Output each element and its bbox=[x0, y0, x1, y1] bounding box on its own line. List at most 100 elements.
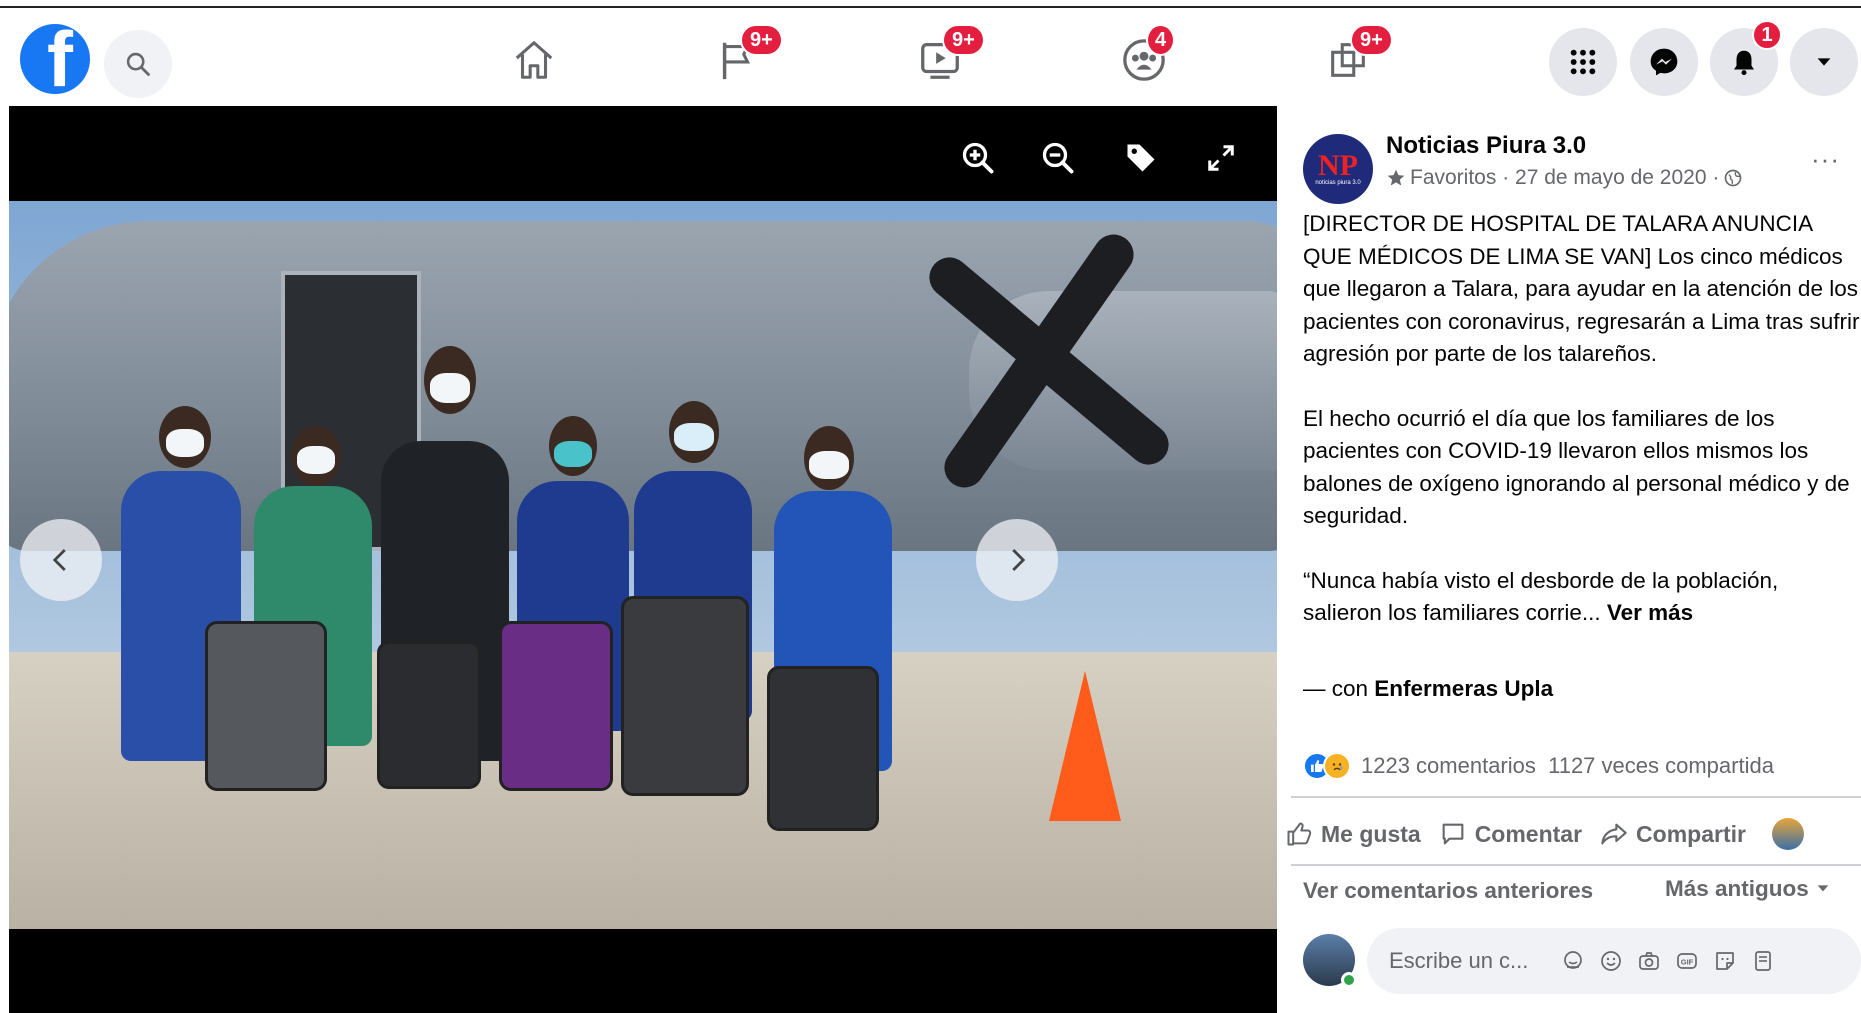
divider bbox=[1291, 864, 1861, 866]
avatar-sticker-icon[interactable] bbox=[1560, 948, 1586, 974]
notifications-badge: 1 bbox=[1752, 20, 1782, 50]
star-icon bbox=[1387, 169, 1405, 186]
pages-badge: 9+ bbox=[740, 24, 783, 56]
messenger-button[interactable] bbox=[1630, 28, 1698, 96]
post-paragraph-truncated: “Nunca había visto el desborde de la pob… bbox=[1303, 565, 1861, 630]
tag-button[interactable] bbox=[1119, 136, 1163, 180]
home-icon bbox=[515, 41, 553, 79]
menu-button[interactable] bbox=[1549, 28, 1617, 96]
photo-face-mask bbox=[166, 429, 204, 457]
messenger-icon bbox=[1650, 48, 1678, 76]
post-actions: Me gusta Comentar Compartir bbox=[1285, 806, 1804, 862]
photo-face-mask bbox=[674, 423, 714, 451]
photo-traffic-cone bbox=[1049, 671, 1121, 821]
share-icon bbox=[1601, 823, 1627, 845]
tagged-with: — con Enfermeras Upla bbox=[1303, 676, 1553, 702]
emoji-icon[interactable] bbox=[1598, 948, 1624, 974]
fullscreen-button[interactable] bbox=[1199, 136, 1243, 180]
caret-down-icon bbox=[1817, 885, 1829, 892]
caret-down-icon bbox=[1817, 58, 1831, 66]
thumbs-up-icon bbox=[1287, 822, 1312, 846]
previous-photo-button[interactable] bbox=[20, 519, 102, 601]
svg-text:GIF: GIF bbox=[1681, 958, 1694, 967]
page-avatar-subtext: noticias piura 3.0 bbox=[1315, 180, 1361, 186]
photo-suitcase bbox=[205, 621, 327, 791]
photo-face-mask bbox=[809, 451, 849, 479]
notifications-button[interactable]: 1 bbox=[1710, 20, 1782, 96]
more-options-button[interactable]: ··· bbox=[1811, 144, 1840, 175]
tagged-page-link[interactable]: Enfermeras Upla bbox=[1374, 676, 1553, 701]
comment-button[interactable]: Comentar bbox=[1439, 820, 1582, 848]
comment-label: Comentar bbox=[1474, 820, 1583, 847]
tag-icon bbox=[1127, 144, 1155, 172]
account-button[interactable] bbox=[1790, 28, 1858, 96]
groups-badge: 4 bbox=[1146, 24, 1176, 56]
sticker-icon[interactable] bbox=[1712, 948, 1738, 974]
online-status-dot bbox=[1341, 972, 1357, 988]
search-icon bbox=[126, 52, 150, 76]
fullscreen-icon bbox=[1208, 145, 1234, 171]
gif-icon[interactable]: GIF bbox=[1674, 948, 1700, 974]
post-meta: Favoritos · 27 de mayo de 2020 · bbox=[1386, 166, 1743, 190]
post-details-panel: NP noticias piura 3.0 Noticias Piura 3.0… bbox=[1277, 106, 1861, 1013]
nav-watch[interactable]: 9+ bbox=[908, 24, 985, 92]
profile-switch-avatar[interactable] bbox=[1771, 818, 1804, 850]
zoom-out-icon bbox=[1042, 142, 1074, 174]
comment-input[interactable]: Escribe un c... GIF bbox=[1367, 928, 1861, 994]
grid-menu-icon bbox=[1570, 49, 1596, 75]
photo-face-mask bbox=[297, 446, 335, 474]
photo-viewer bbox=[9, 106, 1277, 1013]
nav-gaming[interactable]: 9+ bbox=[1316, 24, 1393, 92]
facebook-logo-letter: f bbox=[47, 24, 73, 94]
divider bbox=[1291, 796, 1861, 798]
gaming-badge: 9+ bbox=[1350, 24, 1393, 56]
photo-suitcase bbox=[499, 621, 613, 791]
chevron-left-icon bbox=[52, 549, 66, 571]
nav-groups[interactable]: 4 bbox=[1112, 24, 1176, 92]
photo-suitcase bbox=[377, 641, 481, 789]
post-photo bbox=[9, 201, 1277, 929]
page-avatar-logo: NP bbox=[1318, 149, 1358, 182]
chevron-right-icon bbox=[1012, 549, 1026, 571]
watch-badge: 9+ bbox=[942, 24, 985, 56]
comments-shares-count[interactable]: 1223 comentarios 1127 veces compartida bbox=[1361, 753, 1774, 779]
like-button[interactable]: Me gusta bbox=[1285, 820, 1421, 848]
photo-suitcase bbox=[767, 666, 879, 831]
post-text: [DIRECTOR DE HOSPITAL DE TALARA ANUNCIA … bbox=[1303, 208, 1861, 630]
post-meta-text[interactable]: Favoritos · 27 de mayo de 2020 · bbox=[1410, 166, 1719, 190]
nav-pages[interactable]: 9+ bbox=[706, 24, 783, 92]
comment-icon bbox=[1442, 823, 1464, 845]
share-label: Compartir bbox=[1636, 820, 1746, 847]
nav-home[interactable] bbox=[502, 28, 566, 92]
globe-icon bbox=[1725, 169, 1742, 187]
photo-face-mask bbox=[554, 441, 592, 467]
post-stats: 1223 comentarios 1127 veces compartida bbox=[1303, 748, 1774, 784]
sad-reaction-icon[interactable] bbox=[1323, 752, 1351, 780]
top-border bbox=[0, 0, 1861, 8]
post-paragraph: “Nunca había visto el desborde de la pob… bbox=[1303, 567, 1779, 626]
zoom-out-button[interactable] bbox=[1036, 136, 1080, 180]
post-paragraph: El hecho ocurrió el día que los familiar… bbox=[1303, 405, 1850, 529]
share-button[interactable]: Compartir bbox=[1600, 820, 1746, 848]
camera-icon[interactable] bbox=[1636, 948, 1662, 974]
photo-face-mask bbox=[430, 373, 470, 403]
top-navigation-bar: f 9+ 9+ 4 9+ 1 bbox=[0, 10, 1861, 106]
comment-sort-label: Más antiguos bbox=[1665, 876, 1809, 901]
photo-suitcase bbox=[621, 596, 749, 796]
page-name[interactable]: Noticias Piura 3.0 bbox=[1386, 132, 1586, 160]
facebook-logo[interactable]: f bbox=[20, 24, 90, 94]
notes-icon[interactable] bbox=[1750, 948, 1776, 974]
see-more-link[interactable]: Ver más bbox=[1607, 600, 1693, 625]
search-button[interactable] bbox=[104, 30, 172, 98]
with-prefix: — con bbox=[1303, 676, 1375, 701]
view-previous-comments-link[interactable]: Ver comentarios anteriores bbox=[1303, 878, 1593, 904]
post-paragraph: [DIRECTOR DE HOSPITAL DE TALARA ANUNCIA … bbox=[1303, 211, 1860, 366]
comment-sort-dropdown[interactable]: Más antiguos bbox=[1665, 876, 1831, 902]
comment-input-placeholder: Escribe un c... bbox=[1389, 948, 1529, 973]
like-label: Me gusta bbox=[1321, 820, 1421, 847]
zoom-in-icon bbox=[962, 142, 994, 174]
bell-icon bbox=[1734, 50, 1754, 76]
next-photo-button[interactable] bbox=[976, 519, 1058, 601]
page-avatar[interactable]: NP noticias piura 3.0 bbox=[1303, 134, 1373, 204]
zoom-in-button[interactable] bbox=[956, 136, 1000, 180]
